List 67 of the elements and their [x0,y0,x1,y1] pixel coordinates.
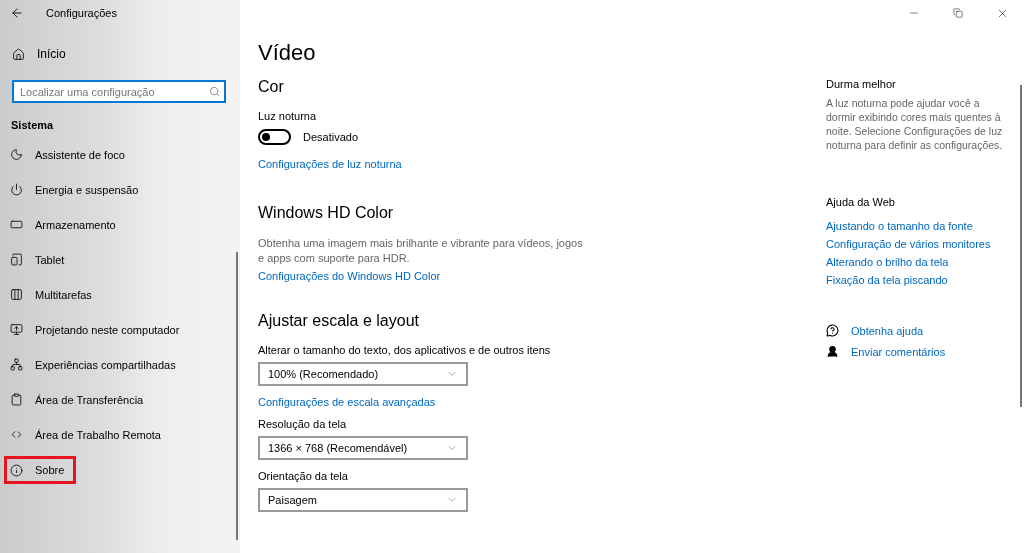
home-label: Início [37,47,66,61]
sidebar-item[interactable]: Multitarefas [0,277,240,312]
item-label: Multitarefas [35,288,92,301]
settings-link[interactable]: Configurações do Windows HD Color [258,270,441,282]
item-label: Assistente de foco [35,148,125,161]
item-label: Projetando neste computador [35,323,180,336]
help-link[interactable]: Ajustando o tamanho da fonte [826,220,973,232]
settings-link[interactable]: Configurações de escala avançadas [258,396,436,408]
window-title: Configurações [46,7,117,19]
storage-icon [10,218,23,231]
setting-label: Luz noturna [258,110,318,122]
home-icon [12,47,25,61]
tablet-icon [10,253,23,266]
network-icon [10,358,23,371]
sidebar-item[interactable]: Área de Trabalho Remota [0,417,240,452]
info-icon [10,463,23,477]
aside-text: A luz noturna pode ajudar você a dormir exibindo cores mais quentes à noite. Selecione Configurações de luz noturna para definir as configurações. [826,96,1004,152]
dropdown[interactable]: 1366 × 768 (Recomendável) [258,436,468,460]
action-link[interactable]: Enviar comentários [851,345,946,358]
dropdown[interactable]: Paisagem [258,488,468,512]
toggle-state: Desativado [303,131,359,143]
section-heading: Cor [258,78,285,97]
sidebar-item[interactable]: Energia e suspensão [0,172,240,207]
sidebar-item[interactable]: Área de Transferência [0,382,240,417]
aside-heading: Durma melhor [826,78,897,90]
sidebar-item[interactable]: Assistente de foco [0,145,240,172]
help-link[interactable]: Configuração de vários monitores [826,238,991,250]
item-label: Sobre [35,464,65,476]
item-label: Experiências compartilhadas [35,358,176,371]
back-icon[interactable] [10,6,24,20]
clipboard-icon [10,393,23,406]
help-icon [826,324,839,337]
action-link[interactable]: Obtenha ajuda [851,324,924,337]
section-heading: Ajustar escala e layout [258,312,420,331]
help-link[interactable]: Fixação da tela piscando [826,274,948,286]
section-heading: Sistema [10,118,55,133]
home-item[interactable]: Início [0,26,240,66]
description: Obtenha uma imagem mais brilhante e vibrante para vídeos, jogos e apps com suporte para HDR. [258,236,584,266]
setting-label: Orientação da tela [258,470,349,482]
page-title: Vídeo [258,40,317,67]
item-label: Tablet [35,253,65,266]
sidebar-item[interactable]: Armazenamento [0,207,240,242]
power-icon [10,183,23,196]
search-field[interactable]: Localizar uma configuração [12,80,226,103]
person-icon [826,345,839,358]
sidebar-item[interactable]: Projetando neste computador [0,312,240,347]
item-label: Área de Transferência [35,393,144,406]
toggle-switch[interactable] [258,129,291,145]
item-label: Energia e suspensão [35,183,139,196]
help-link[interactable]: Alterando o brilho da tela [826,256,949,268]
sidebar-item[interactable]: Experiências compartilhadas [0,347,240,382]
item-label: Área de Trabalho Remota [35,428,161,441]
setting-label: Alterar o tamanho do texto, dos aplicativos e de outros itens [258,344,552,356]
item-label: Armazenamento [35,218,116,231]
chevrons-icon [10,428,23,441]
monitor-icon [10,323,23,336]
columns-icon [10,288,23,301]
sidebar-item[interactable]: Sobre [3,455,77,485]
restore-icon [953,8,963,18]
sidebar-item[interactable]: Tablet [0,242,240,277]
setting-label: Resolução da tela [258,418,348,430]
dropdown[interactable]: 100% (Recomendado) [258,362,468,386]
moon-icon [10,148,23,161]
search-icon [209,86,220,97]
settings-link[interactable]: Configurações de luz noturna [258,158,402,170]
aside-heading: Ajuda da Web [826,196,896,208]
section-heading: Windows HD Color [258,204,395,223]
